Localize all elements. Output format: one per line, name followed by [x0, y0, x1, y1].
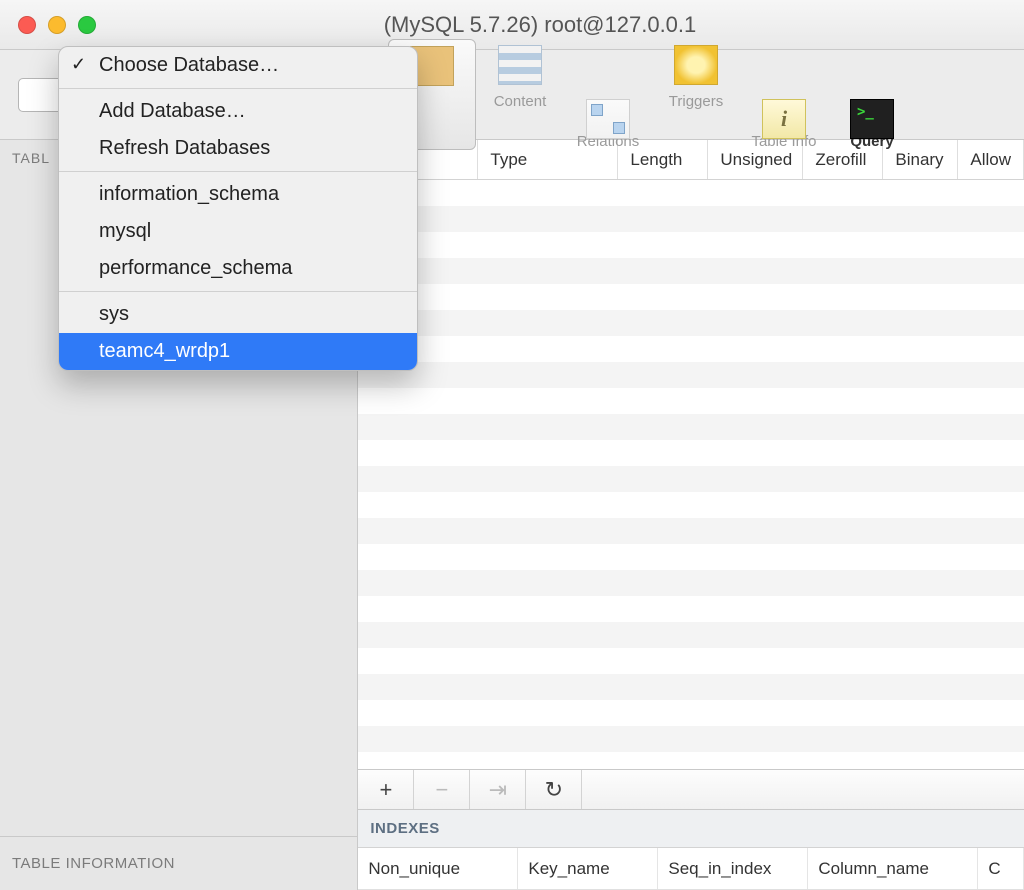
- content-icon: [498, 45, 542, 85]
- minimize-window-icon[interactable]: [48, 16, 66, 34]
- menu-db-sys[interactable]: sys: [59, 296, 417, 333]
- close-window-icon[interactable]: [18, 16, 36, 34]
- database-dropdown[interactable]: Choose Database… Add Database… Refresh D…: [58, 46, 418, 371]
- tab-query[interactable]: Query: [828, 39, 916, 150]
- content-pane: eld Type Length Unsigned Zerofill Binary…: [358, 140, 1024, 890]
- menu-db-teamc4-wrdp1[interactable]: teamc4_wrdp1: [59, 333, 417, 370]
- tab-table-info[interactable]: Table Info: [740, 39, 828, 150]
- menu-choose-database[interactable]: Choose Database…: [59, 47, 417, 84]
- structure-action-bar: + − ⇥ ↻: [358, 770, 1024, 810]
- action-bar-spacer: [582, 770, 1024, 809]
- relations-icon: [586, 99, 630, 139]
- idx-col-non-unique[interactable]: Non_unique: [358, 848, 518, 889]
- tab-label: Triggers: [669, 93, 723, 110]
- menu-separator: [59, 171, 417, 172]
- tab-label: Content: [494, 93, 547, 110]
- traffic-lights: [0, 16, 96, 34]
- structure-grid[interactable]: [358, 180, 1024, 770]
- query-icon: [850, 99, 894, 139]
- menu-db-information-schema[interactable]: information_schema: [59, 176, 417, 213]
- window-title: (MySQL 5.7.26) root@127.0.0.1: [96, 12, 1024, 38]
- sidebar-table-info-heading: TABLE INFORMATION: [0, 836, 357, 890]
- menu-refresh-databases[interactable]: Refresh Databases: [59, 130, 417, 167]
- idx-col-key-name[interactable]: Key_name: [518, 848, 658, 889]
- trigger-icon: [674, 45, 718, 85]
- refresh-button[interactable]: ↻: [526, 770, 582, 809]
- add-field-button[interactable]: +: [358, 770, 414, 809]
- menu-separator: [59, 291, 417, 292]
- toolbar-tabs: ucture Content Relations Triggers Table …: [388, 39, 916, 150]
- tab-content[interactable]: Content: [476, 39, 564, 150]
- idx-col-last[interactable]: C: [978, 848, 1024, 889]
- menu-separator: [59, 88, 417, 89]
- info-icon: [762, 99, 806, 139]
- remove-field-button[interactable]: −: [414, 770, 470, 809]
- menu-db-performance-schema[interactable]: performance_schema: [59, 250, 417, 287]
- idx-col-seq-in-index[interactable]: Seq_in_index: [658, 848, 808, 889]
- menu-db-mysql[interactable]: mysql: [59, 213, 417, 250]
- duplicate-field-button[interactable]: ⇥: [470, 770, 526, 809]
- col-allow-null[interactable]: Allow: [958, 140, 1024, 179]
- indexes-column-headers: Non_unique Key_name Seq_in_index Column_…: [358, 848, 1024, 890]
- indexes-heading: INDEXES: [358, 810, 1024, 848]
- zoom-window-icon[interactable]: [78, 16, 96, 34]
- tab-relations[interactable]: Relations: [564, 39, 652, 150]
- tab-triggers[interactable]: Triggers: [652, 39, 740, 150]
- idx-col-column-name[interactable]: Column_name: [808, 848, 978, 889]
- menu-add-database[interactable]: Add Database…: [59, 93, 417, 130]
